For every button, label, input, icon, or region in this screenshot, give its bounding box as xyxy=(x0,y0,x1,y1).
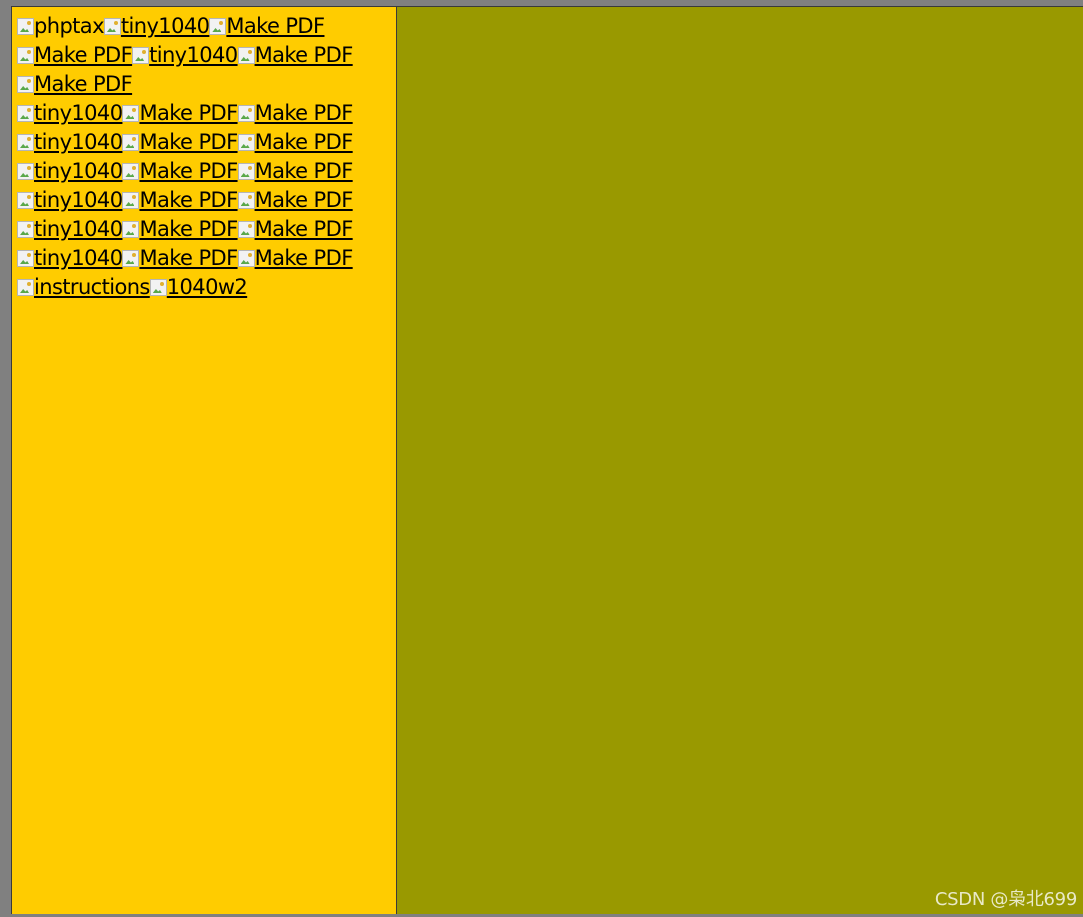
make-pdf-link[interactable]: Make PDF xyxy=(237,41,354,70)
image-alt-text: Make PDF xyxy=(254,159,354,183)
image-alt-text: Make PDF xyxy=(139,188,238,212)
image-alt-text: Make PDF xyxy=(254,43,354,67)
make-pdf-link[interactable]: Make PDF xyxy=(237,186,354,215)
broken-image-icon xyxy=(122,134,140,151)
tiny1040-link[interactable]: tiny1040 xyxy=(17,128,123,157)
broken-image-icon xyxy=(237,47,255,64)
image-alt-text: tiny1040 xyxy=(34,130,123,154)
image-alt-text: Make PDF xyxy=(34,43,133,67)
left-frame-navigation: phptax tiny1040 Make PDF Make PDF tiny1040 Ma… xyxy=(12,7,397,914)
tiny1040-link[interactable]: tiny1040 xyxy=(17,186,123,215)
broken-image-icon xyxy=(17,279,34,296)
make-pdf-link[interactable]: Make PDF xyxy=(237,215,354,244)
make-pdf-link[interactable]: Make PDF xyxy=(237,99,354,128)
broken-image-icon xyxy=(122,250,140,267)
broken-image-icon xyxy=(122,221,140,238)
tiny1040-link[interactable]: tiny1040 xyxy=(17,157,123,186)
image-alt-text: tiny1040 xyxy=(120,14,210,38)
make-pdf-link[interactable]: Make PDF xyxy=(122,186,238,215)
frameset: phptax tiny1040 Make PDF Make PDF tiny1040 Ma… xyxy=(11,6,1083,914)
broken-image-icon xyxy=(122,192,140,209)
broken-image-icon xyxy=(17,105,34,122)
make-pdf-link[interactable]: Make PDF xyxy=(17,70,133,99)
broken-image-icon xyxy=(17,18,34,35)
link-row: Make PDF xyxy=(17,70,396,99)
broken-image-icon xyxy=(17,221,34,238)
tiny1040-link[interactable]: tiny1040 xyxy=(17,244,123,273)
tiny1040-link[interactable]: tiny1040 xyxy=(103,12,210,41)
broken-image-icon xyxy=(132,47,150,64)
broken-image-icon xyxy=(209,18,227,35)
link-row: tiny1040 Make PDF Make PDF xyxy=(17,215,396,244)
image-alt-text: tiny1040 xyxy=(34,159,123,183)
broken-image-icon xyxy=(17,250,34,267)
image-alt-text: tiny1040 xyxy=(34,188,123,212)
broken-image-icon xyxy=(17,76,34,93)
broken-image-icon xyxy=(17,192,34,209)
tiny1040-link[interactable]: tiny1040 xyxy=(132,41,238,70)
make-pdf-link[interactable]: Make PDF xyxy=(122,215,238,244)
link-row: instructions 1040w2 xyxy=(17,273,396,302)
broken-image-icon xyxy=(237,221,255,238)
image-alt-text: Make PDF xyxy=(254,188,354,212)
image-alt-text: Make PDF xyxy=(139,217,238,241)
make-pdf-link[interactable]: Make PDF xyxy=(237,128,354,157)
tiny1040-link[interactable]: tiny1040 xyxy=(17,215,123,244)
make-pdf-link[interactable]: Make PDF xyxy=(237,157,354,186)
1040w2-link[interactable]: 1040w2 xyxy=(149,273,248,302)
broken-image-icon xyxy=(17,47,34,64)
image-alt-text: phptax xyxy=(34,14,105,38)
instructions-link[interactable]: instructions xyxy=(17,273,150,302)
make-pdf-link[interactable]: Make PDF xyxy=(122,99,238,128)
image-alt-text: Make PDF xyxy=(254,217,354,241)
link-row: tiny1040 Make PDF Make PDF xyxy=(17,186,396,215)
image-alt-text: Make PDF xyxy=(254,246,354,270)
image-alt-text: tiny1040 xyxy=(149,43,238,67)
broken-image-icon xyxy=(237,192,255,209)
image-alt-text: instructions xyxy=(34,275,150,299)
make-pdf-link[interactable]: Make PDF xyxy=(17,41,133,70)
image-alt-text: tiny1040 xyxy=(34,101,123,125)
right-frame-content: CSDN @枭北699 xyxy=(397,7,1083,914)
broken-image-icon xyxy=(237,163,255,180)
broken-image-icon xyxy=(237,105,255,122)
broken-image-icon xyxy=(237,134,255,151)
link-row: tiny1040 Make PDF Make PDF xyxy=(17,99,396,128)
link-row: phptax tiny1040 Make PDF xyxy=(17,12,396,41)
broken-image-icon xyxy=(237,250,255,267)
image-alt-text: Make PDF xyxy=(139,101,238,125)
broken-image-icon xyxy=(17,134,34,151)
image-alt-text: 1040w2 xyxy=(166,275,248,299)
make-pdf-link[interactable]: Make PDF xyxy=(122,157,238,186)
link-row: tiny1040 Make PDF Make PDF xyxy=(17,157,396,186)
image-alt-text: Make PDF xyxy=(139,130,238,154)
broken-image-icon xyxy=(103,18,121,35)
image-alt-text: Make PDF xyxy=(34,72,133,96)
broken-image-icon xyxy=(122,105,140,122)
broken-image-icon xyxy=(149,279,167,296)
make-pdf-link[interactable]: Make PDF xyxy=(237,244,354,273)
broken-image-icon xyxy=(122,163,140,180)
link-row: Make PDF tiny1040 Make PDF xyxy=(17,41,396,70)
image-alt-text: Make PDF xyxy=(139,246,238,270)
watermark-text: CSDN @枭北699 xyxy=(934,889,1077,910)
image-alt-text: Make PDF xyxy=(254,130,354,154)
tiny1040-link[interactable]: tiny1040 xyxy=(17,99,123,128)
make-pdf-link[interactable]: Make PDF xyxy=(209,12,325,41)
image-alt-text: tiny1040 xyxy=(34,217,123,241)
link-row: tiny1040 Make PDF Make PDF xyxy=(17,244,396,273)
phptax-image: phptax xyxy=(17,12,105,41)
image-alt-text: tiny1040 xyxy=(34,246,123,270)
broken-image-icon xyxy=(17,163,34,180)
image-alt-text: Make PDF xyxy=(254,101,354,125)
image-alt-text: Make PDF xyxy=(226,14,325,38)
link-row: tiny1040 Make PDF Make PDF xyxy=(17,128,396,157)
make-pdf-link[interactable]: Make PDF xyxy=(122,128,238,157)
make-pdf-link[interactable]: Make PDF xyxy=(122,244,238,273)
image-alt-text: Make PDF xyxy=(139,159,238,183)
